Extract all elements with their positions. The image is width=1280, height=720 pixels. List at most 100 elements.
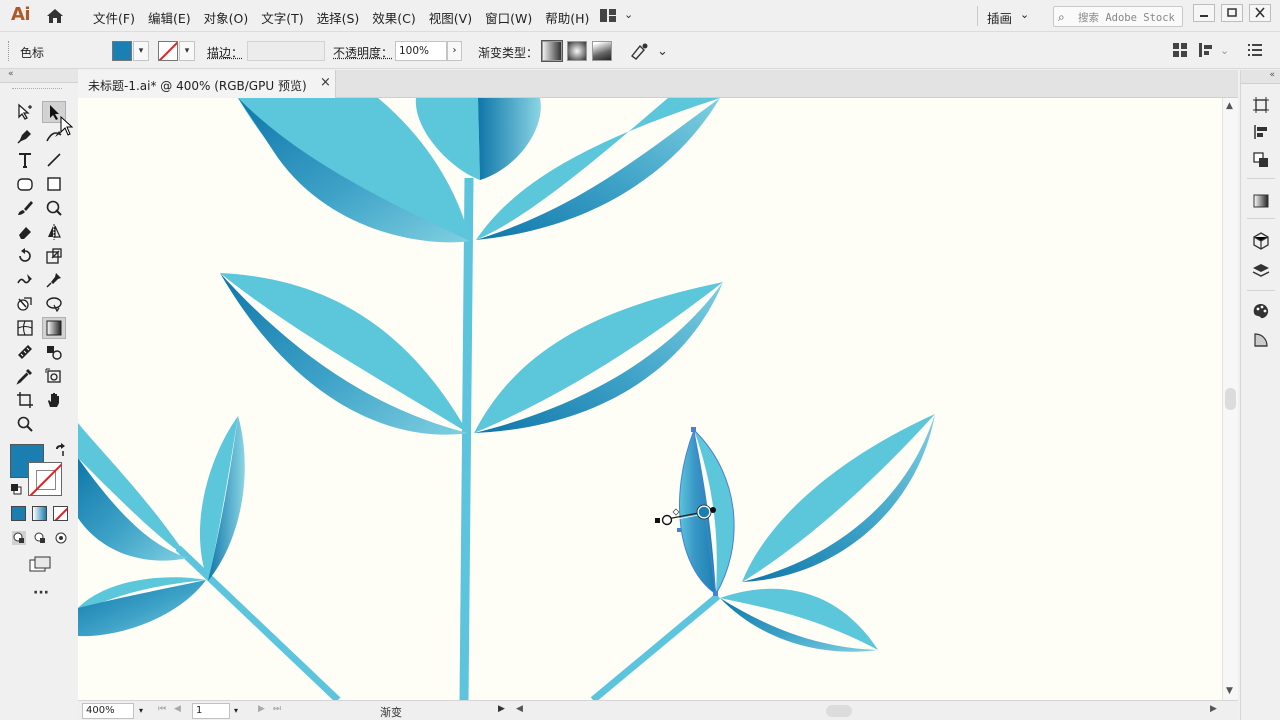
vertical-scrollbar[interactable]: ▲ ▼ bbox=[1222, 98, 1238, 700]
toolbar-grip[interactable] bbox=[12, 88, 62, 90]
stroke-dropdown[interactable]: ▾ bbox=[179, 41, 195, 61]
artboard-snapshot-tool[interactable] bbox=[42, 365, 66, 387]
blob-brush-tool[interactable] bbox=[42, 197, 66, 219]
toolbar-header[interactable]: « bbox=[0, 69, 78, 83]
home-icon[interactable] bbox=[46, 8, 64, 24]
menu-effect[interactable]: 效果(C) bbox=[372, 8, 415, 27]
none-mode-button[interactable] bbox=[53, 506, 68, 521]
chevron-down-icon[interactable]: ⌄ bbox=[624, 8, 633, 21]
expand-icon[interactable]: « bbox=[1269, 70, 1275, 80]
align-panel-icon[interactable] bbox=[1252, 123, 1270, 141]
menu-select[interactable]: 选择(S) bbox=[317, 8, 360, 27]
stroke-color-swatch[interactable] bbox=[28, 462, 62, 496]
ellipse-tool[interactable] bbox=[13, 173, 37, 195]
dock-header[interactable]: « bbox=[1241, 70, 1280, 84]
opacity-input[interactable]: 100% bbox=[395, 41, 447, 61]
menu-file[interactable]: 文件(F) bbox=[93, 8, 135, 27]
stroke-label[interactable]: 描边： bbox=[207, 44, 243, 61]
scroll-left-icon[interactable]: ◀ bbox=[516, 704, 523, 714]
first-artboard-icon[interactable]: ⏮ bbox=[158, 704, 166, 714]
menu-view[interactable]: 视图(V) bbox=[429, 8, 472, 27]
prev-artboard-icon[interactable]: ◀ bbox=[174, 704, 181, 714]
gradient-tool[interactable] bbox=[42, 317, 66, 339]
chevron-down-icon[interactable]: ⌄ bbox=[657, 44, 668, 59]
last-artboard-icon[interactable]: ⏭ bbox=[273, 704, 281, 714]
rectangle-tool[interactable] bbox=[42, 173, 66, 195]
plant-artwork[interactable] bbox=[78, 98, 1222, 700]
workspace-switcher[interactable]: 插画 bbox=[987, 8, 1012, 27]
color-mode-button[interactable] bbox=[11, 506, 26, 521]
eyedropper-measure-tool[interactable] bbox=[13, 341, 37, 363]
stock-search-input[interactable]: ⌕ 搜索 Adobe Stock bbox=[1053, 6, 1183, 27]
transparency-panel-icon[interactable] bbox=[1252, 331, 1270, 349]
color-guide-panel-icon[interactable] bbox=[1252, 302, 1270, 320]
minimize-button[interactable] bbox=[1193, 4, 1215, 22]
rotate-tool[interactable] bbox=[13, 245, 37, 267]
radial-gradient-button[interactable] bbox=[567, 41, 587, 61]
close-tab-button[interactable]: × bbox=[320, 75, 331, 90]
artboard-tool[interactable] bbox=[13, 389, 37, 411]
panel-grip[interactable] bbox=[8, 41, 11, 61]
reflect-tool[interactable] bbox=[42, 221, 66, 243]
fill-swatch[interactable] bbox=[112, 41, 132, 61]
linear-gradient-button[interactable] bbox=[541, 40, 563, 62]
stroke-swatch[interactable] bbox=[158, 41, 178, 61]
transform-panel-icon[interactable] bbox=[1199, 43, 1215, 57]
freeform-gradient-button[interactable] bbox=[592, 41, 612, 61]
symbol-sprayer-tool[interactable] bbox=[42, 341, 66, 363]
horizontal-scroll-thumb[interactable] bbox=[826, 705, 852, 717]
scroll-down-icon[interactable]: ▼ bbox=[1226, 686, 1233, 696]
artboard-number-input[interactable]: 1 bbox=[192, 703, 230, 719]
eyedropper-tool[interactable] bbox=[13, 365, 37, 387]
opacity-label[interactable]: 不透明度： bbox=[333, 44, 393, 61]
curvature-tool[interactable] bbox=[42, 125, 66, 147]
swap-fill-stroke-icon[interactable] bbox=[53, 443, 67, 457]
draw-inside-icon[interactable] bbox=[54, 531, 68, 545]
pathfinder-panel-icon[interactable] bbox=[1252, 151, 1270, 169]
live-paint-tool[interactable] bbox=[42, 293, 66, 315]
chevron-down-icon[interactable]: ▾ bbox=[234, 703, 238, 719]
gradient-mode-button[interactable] bbox=[32, 506, 47, 521]
menu-type[interactable]: 文字(T) bbox=[261, 8, 303, 27]
opacity-arrow-button[interactable]: › bbox=[447, 41, 462, 61]
line-tool[interactable] bbox=[42, 149, 66, 171]
scale-tool[interactable] bbox=[42, 245, 66, 267]
horizontal-scrollbar[interactable]: ◀ ▶ bbox=[508, 701, 1218, 720]
zoom-level-input[interactable]: 400% bbox=[82, 703, 134, 719]
menu-edit[interactable]: 编辑(E) bbox=[148, 8, 191, 27]
next-artboard-icon[interactable]: ▶ bbox=[258, 704, 265, 714]
gradient-panel-icon[interactable] bbox=[1252, 192, 1270, 210]
stroke-weight-field[interactable] bbox=[247, 41, 325, 61]
panel-menu-icon[interactable] bbox=[1248, 44, 1262, 56]
layers-panel-icon[interactable] bbox=[1252, 262, 1270, 280]
close-window-button[interactable] bbox=[1249, 4, 1271, 22]
fill-dropdown[interactable]: ▾ bbox=[133, 41, 149, 61]
draw-normal-icon[interactable] bbox=[12, 531, 26, 545]
shape-builder-tool[interactable] bbox=[13, 293, 37, 315]
puppet-warp-tool[interactable] bbox=[42, 269, 66, 291]
collapse-icon[interactable]: « bbox=[8, 69, 14, 79]
warp-tool[interactable] bbox=[13, 269, 37, 291]
default-fill-stroke-icon[interactable] bbox=[10, 483, 22, 495]
screen-mode-icon[interactable] bbox=[29, 556, 51, 572]
zoom-tool[interactable] bbox=[13, 413, 37, 435]
direct-selection-tool[interactable] bbox=[13, 101, 37, 123]
arrange-documents-icon[interactable] bbox=[600, 9, 616, 22]
chevron-down-icon[interactable]: ⌄ bbox=[1220, 44, 1229, 57]
document-tab[interactable]: 未标题-1.ai* @ 400% (RGB/GPU 预览) × bbox=[78, 70, 336, 98]
mesh-tool[interactable] bbox=[13, 317, 37, 339]
hand-tool[interactable] bbox=[42, 389, 66, 411]
menu-help[interactable]: 帮助(H) bbox=[545, 8, 589, 27]
status-menu-icon[interactable]: ▶ bbox=[498, 704, 505, 714]
type-tool[interactable] bbox=[13, 149, 37, 171]
recolor-artwork-icon[interactable] bbox=[630, 42, 650, 60]
scroll-right-icon[interactable]: ▶ bbox=[1210, 704, 1217, 714]
menu-window[interactable]: 窗口(W) bbox=[485, 8, 532, 27]
pen-tool[interactable] bbox=[13, 125, 37, 147]
chevron-down-icon[interactable]: ⌄ bbox=[1020, 8, 1029, 21]
vertical-scroll-thumb[interactable] bbox=[1225, 388, 1236, 410]
draw-behind-icon[interactable] bbox=[33, 531, 47, 545]
maximize-button[interactable] bbox=[1221, 4, 1243, 22]
scroll-up-icon[interactable]: ▲ bbox=[1226, 101, 1233, 111]
paintbrush-tool[interactable] bbox=[13, 197, 37, 219]
